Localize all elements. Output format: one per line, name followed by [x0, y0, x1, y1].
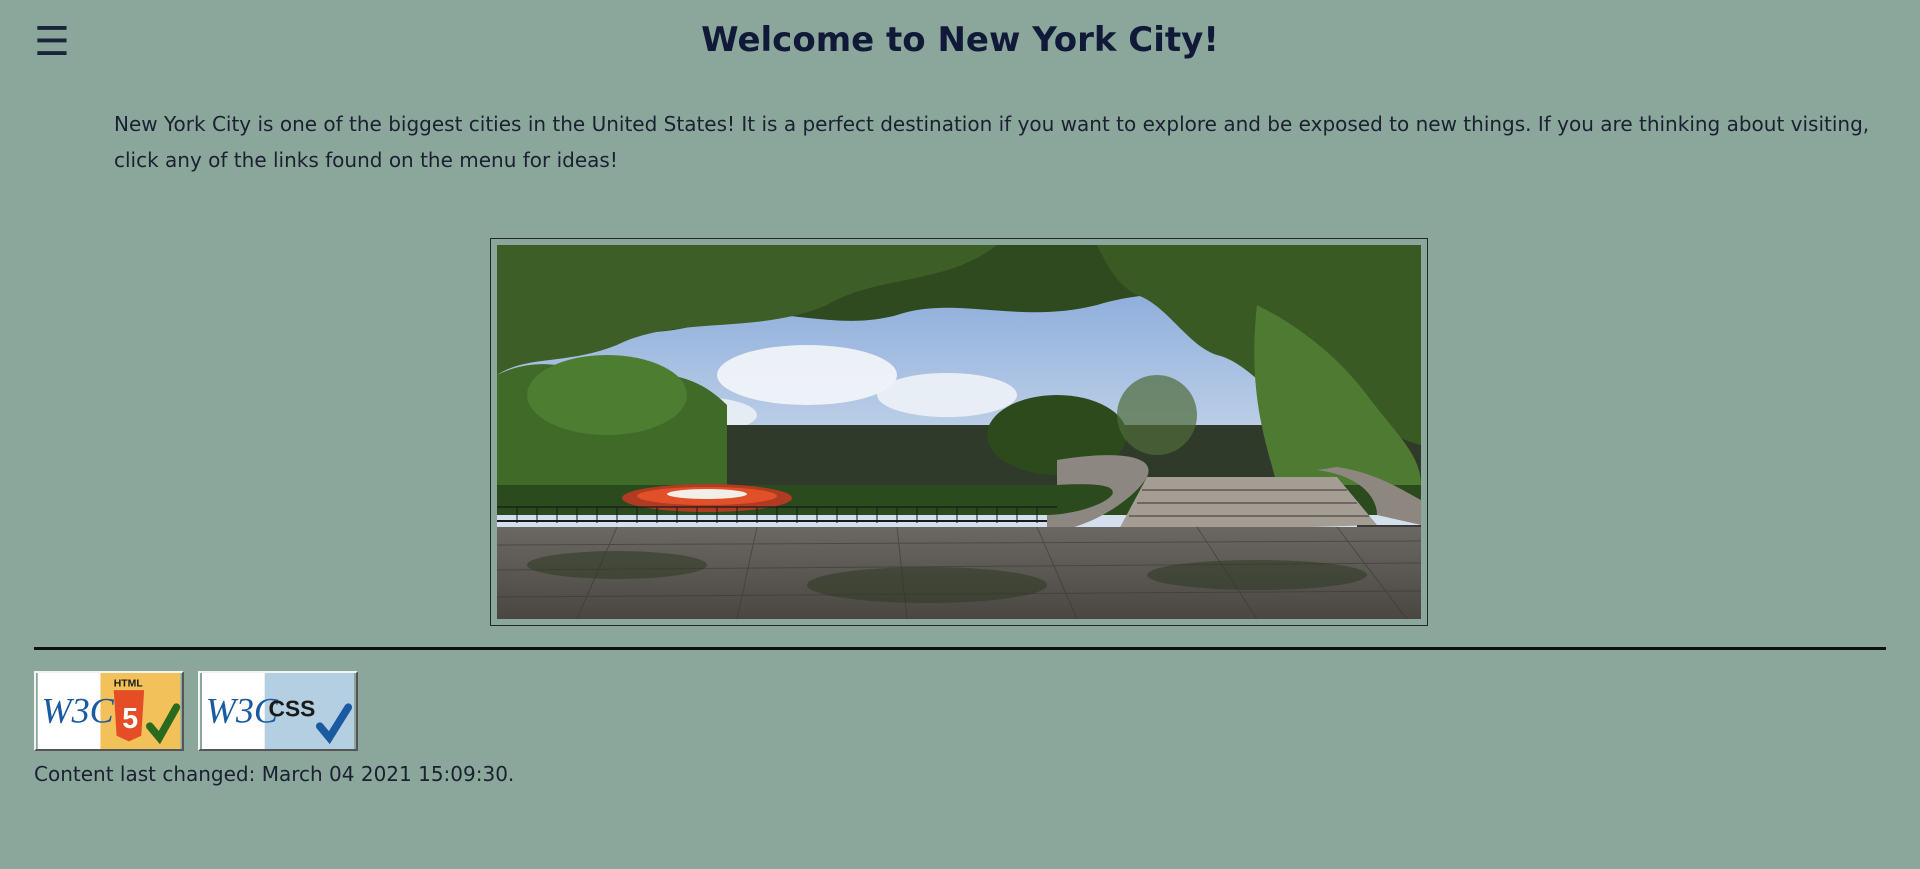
- css-label: CSS: [269, 696, 316, 722]
- w3c-html5-valid-badge[interactable]: W3C HTML 5: [34, 671, 184, 751]
- w3c-css-valid-badge[interactable]: W3C CSS: [198, 671, 358, 751]
- validation-badges: W3C HTML 5 W3C CSS: [34, 671, 358, 751]
- horizontal-divider: [34, 647, 1886, 650]
- html5-digit: 5: [122, 703, 138, 735]
- page-title: Welcome to New York City!: [701, 20, 1219, 60]
- central-park-garden-photo: [497, 245, 1421, 619]
- intro-paragraph: New York City is one of the biggest citi…: [114, 112, 1870, 172]
- html-label: HTML: [114, 678, 144, 689]
- photo-frame: [490, 238, 1428, 626]
- page: ☰ Welcome to New York City! New York Cit…: [0, 0, 1920, 869]
- last-changed-text: Content last changed: March 04 2021 15:0…: [34, 762, 515, 786]
- w3c-mark: W3C: [42, 690, 115, 730]
